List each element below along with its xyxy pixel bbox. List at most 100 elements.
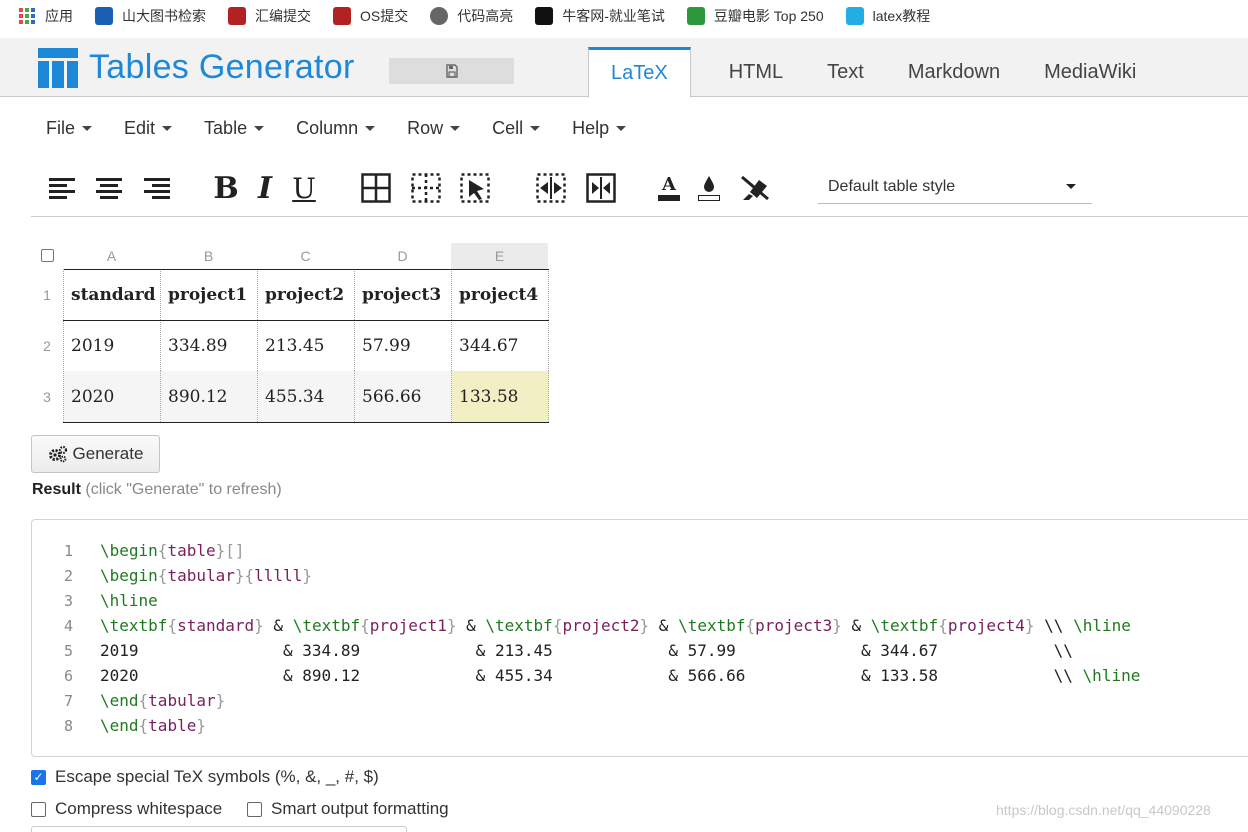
bookmark-label: 牛客网-就业笔试 <box>562 8 665 24</box>
menu-label: Row <box>407 118 444 138</box>
tables-logo-icon[interactable] <box>38 48 78 88</box>
tab-latex[interactable]: LaTeX <box>588 47 691 98</box>
bookmark-item[interactable]: 牛客网-就业笔试 <box>535 6 665 26</box>
watermark: https://blog.csdn.net/qq_44090228 <box>996 802 1211 818</box>
tab-markdown[interactable]: Markdown <box>886 47 1022 97</box>
code-token: \textbf <box>678 616 746 635</box>
table-cell[interactable]: 133.58 <box>452 371 549 422</box>
column-header[interactable]: E <box>451 243 548 269</box>
background-color-icon[interactable] <box>693 172 725 204</box>
column-header[interactable]: D <box>354 243 451 269</box>
table-style-select[interactable]: Default table style <box>818 170 1092 204</box>
bookmark-item[interactable]: 应用 <box>18 6 73 26</box>
table-cell[interactable]: project1 <box>161 269 258 320</box>
table-cell[interactable]: 334.89 <box>161 320 258 371</box>
tab-mediawiki[interactable]: MediaWiki <box>1022 47 1158 97</box>
text-color-icon[interactable]: A <box>653 172 685 204</box>
save-button[interactable] <box>389 58 514 84</box>
code-token: project4 <box>947 616 1025 635</box>
code-token: project1 <box>369 616 447 635</box>
bookmark-item[interactable]: 代码高亮 <box>430 6 513 26</box>
table-cell[interactable]: 2019 <box>64 320 161 371</box>
menu-file[interactable]: File <box>46 118 93 139</box>
table-cell[interactable]: standard <box>64 269 161 320</box>
menu-row[interactable]: Row <box>407 118 461 139</box>
code-line: 1 \begin{table}[] <box>32 538 245 563</box>
bookmark-item[interactable]: 山大图书检索 <box>95 6 206 26</box>
chevron-down-icon <box>450 126 461 131</box>
escape-tex-checkbox[interactable]: ✓ <box>31 769 46 785</box>
menu-label: Help <box>572 118 610 138</box>
menu-table[interactable]: Table <box>204 118 265 139</box>
code-text: \begin{tabular}{lllll} <box>100 566 312 585</box>
table-cell[interactable]: project4 <box>452 269 549 320</box>
latex-output-editor[interactable]: 1 \begin{table}[] 2 \begin{tabular}{lllll} 3… <box>31 519 1248 757</box>
bookmark-item[interactable]: OS提交 <box>333 6 408 26</box>
code-token: & <box>649 616 679 635</box>
generate-button[interactable]: Generate <box>31 435 160 473</box>
menu-label: Table <box>204 118 248 138</box>
bookmark-item[interactable]: 汇编提交 <box>228 6 311 26</box>
table-cell[interactable]: 890.12 <box>161 371 258 422</box>
align-right-icon[interactable] <box>141 172 173 204</box>
smart-formatting-checkbox[interactable] <box>247 801 262 817</box>
compress-whitespace-option[interactable]: Compress whitespace <box>31 799 222 819</box>
split-cells-icon[interactable] <box>585 172 617 204</box>
code-token: { <box>745 616 756 635</box>
table-cell[interactable]: 344.67 <box>452 320 549 371</box>
tab-html[interactable]: HTML <box>707 47 805 97</box>
table-cell[interactable]: project3 <box>355 269 452 320</box>
code-text: \hline <box>100 591 158 610</box>
code-token: 2019 & 334.89 & 213.45 & 57.99 & 344.67 … <box>100 641 1073 660</box>
chevron-down-icon <box>530 126 541 131</box>
compress-whitespace-checkbox[interactable] <box>31 801 46 817</box>
all-borders-icon[interactable] <box>360 172 392 204</box>
apps-grid-icon <box>18 7 36 25</box>
bookmark-item[interactable]: 豆瓣电影 Top 250 <box>686 6 824 26</box>
menu-edit[interactable]: Edit <box>124 118 173 139</box>
code-token: & <box>456 616 486 635</box>
underline-icon[interactable]: U <box>288 172 320 205</box>
clear-formatting-icon[interactable] <box>739 172 771 204</box>
code-line: 4 \textbf{standard} & \textbf{project1} &… <box>32 613 1131 638</box>
code-token: \begin <box>100 566 158 585</box>
escape-tex-option[interactable]: ✓ Escape special TeX symbols (%, &, _, #… <box>31 767 379 787</box>
inner-borders-icon[interactable] <box>410 172 442 204</box>
column-header[interactable]: C <box>257 243 354 269</box>
bottom-panel-edge <box>31 826 407 832</box>
row-header[interactable]: 2 <box>31 320 63 371</box>
code-token: lllll <box>254 566 303 585</box>
code-token: } <box>254 616 264 635</box>
italic-icon[interactable]: I <box>249 171 281 206</box>
column-header[interactable]: B <box>160 243 257 269</box>
code-line: 8 \end{table} <box>32 713 206 738</box>
row-header[interactable]: 3 <box>31 371 63 422</box>
table-cell[interactable]: project2 <box>258 269 355 320</box>
column-header[interactable]: A <box>63 243 160 269</box>
bold-icon[interactable]: B <box>210 171 242 206</box>
menu-help[interactable]: Help <box>572 118 627 139</box>
merge-cells-icon[interactable] <box>535 172 567 204</box>
clear-borders-icon[interactable] <box>459 172 491 204</box>
bookmark-label: 豆瓣电影 Top 250 <box>713 8 824 24</box>
table-editor-grid: A B C D E 1 standard project1 project2 project3 pr… <box>31 243 551 425</box>
nowcoder-icon <box>535 7 554 25</box>
menu-cell[interactable]: Cell <box>492 118 541 139</box>
align-left-icon[interactable] <box>46 172 78 204</box>
select-all-checkbox[interactable] <box>41 249 54 262</box>
menu-label: Edit <box>124 118 156 138</box>
code-line: 7 \end{tabular} <box>32 688 225 713</box>
table-cell[interactable]: 213.45 <box>258 320 355 371</box>
table-cell[interactable]: 455.34 <box>258 371 355 422</box>
site-logo-text[interactable]: Tables Generator <box>89 48 355 87</box>
tab-text[interactable]: Text <box>805 47 886 97</box>
smart-formatting-option[interactable]: Smart output formatting <box>247 799 449 819</box>
table-cell[interactable]: 2020 <box>64 371 161 422</box>
table-hline <box>63 269 549 270</box>
table-cell[interactable]: 566.66 <box>355 371 452 422</box>
table-cell[interactable]: 57.99 <box>355 320 452 371</box>
align-center-icon[interactable] <box>93 172 125 204</box>
row-header[interactable]: 1 <box>31 269 63 320</box>
bookmark-item[interactable]: latex教程 <box>845 6 930 26</box>
menu-column[interactable]: Column <box>296 118 376 139</box>
